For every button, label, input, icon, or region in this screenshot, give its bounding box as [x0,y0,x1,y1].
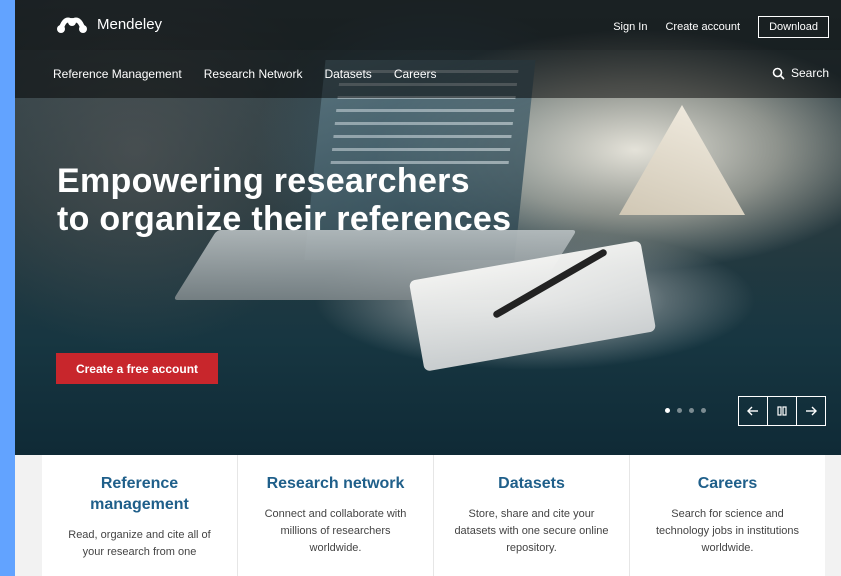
feature-title[interactable]: Careers [640,473,815,494]
carousel-dot[interactable] [665,408,670,413]
feature-description: Connect and collaborate with millions of… [264,508,407,554]
carousel-indicators [665,408,706,413]
brand-name: Mendeley [97,15,163,33]
search-icon [772,67,785,80]
feature-card-careers[interactable]: Careers Search for science and technolog… [630,455,825,576]
create-free-account-button[interactable]: Create a free account [56,353,218,384]
logo[interactable]: Mendeley [55,14,162,34]
page: Mendeley Sign In Create account Download… [15,0,841,576]
carousel-next-button[interactable] [796,397,825,425]
feature-description: Store, share and cite your datasets with… [454,508,609,554]
hero-title-line-2: to organize their references [57,200,512,238]
nav-datasets[interactable]: Datasets [324,67,371,81]
nav-reference-management[interactable]: Reference Management [53,67,182,81]
feature-cards: Reference management Read, organize and … [42,455,825,576]
nav-research-network[interactable]: Research Network [204,67,303,81]
feature-card-research-network[interactable]: Research network Connect and collaborate… [238,455,434,576]
search-label: Search [790,66,829,80]
carousel-prev-button[interactable] [739,397,767,425]
feature-card-datasets[interactable]: Datasets Store, share and cite your data… [434,455,630,576]
carousel-dot[interactable] [701,408,706,413]
arrow-right-icon [806,406,817,416]
carousel-dot[interactable] [689,408,694,413]
pause-icon [777,406,787,416]
carousel-dot[interactable] [677,408,682,413]
sign-in-link[interactable]: Sign In [613,21,647,33]
feature-card-reference-management[interactable]: Reference management Read, organize and … [42,455,238,576]
top-nav: Sign In Create account Download [613,16,829,38]
sub-nav: Reference Management Research Network Da… [15,50,841,98]
feature-title[interactable]: Datasets [444,473,619,494]
hero-banner: Mendeley Sign In Create account Download… [15,0,841,455]
download-button[interactable]: Download [758,16,829,38]
search-button[interactable]: Search [772,66,829,80]
feature-title[interactable]: Research network [248,473,423,494]
feature-description: Search for science and technology jobs i… [655,508,800,554]
carousel-controls [738,396,826,426]
arrow-left-icon [747,406,758,416]
feature-title[interactable]: Reference management [52,473,227,515]
feature-description: Read, organize and cite all of your rese… [68,529,211,558]
carousel-pause-button[interactable] [767,397,796,425]
hero-title: Empowering researchers to organize their… [57,162,657,238]
top-bar: Mendeley Sign In Create account Download [15,0,841,50]
mendeley-logo-icon [57,17,87,33]
hero-title-line-1: Empowering researchers [57,162,470,200]
create-account-link[interactable]: Create account [665,21,740,33]
nav-careers[interactable]: Careers [394,67,437,81]
